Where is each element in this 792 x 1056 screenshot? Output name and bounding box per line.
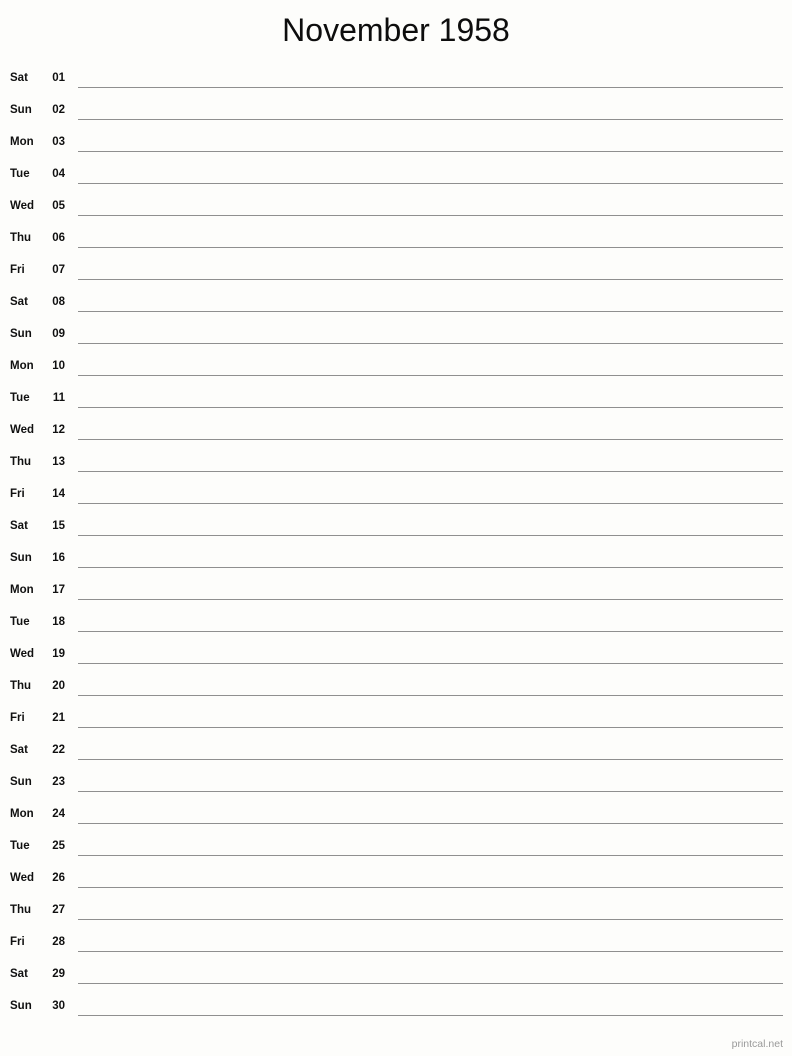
day-writing-line[interactable]	[78, 823, 783, 824]
day-row[interactable]: Thu 20	[0, 672, 792, 704]
day-row[interactable]: Mon 03	[0, 128, 792, 160]
day-row[interactable]: Wed 19	[0, 640, 792, 672]
day-writing-line[interactable]	[78, 663, 783, 664]
day-row[interactable]: Sat 29	[0, 960, 792, 992]
day-writing-line[interactable]	[78, 983, 783, 984]
day-number-label: 09	[52, 328, 65, 340]
day-number-label: 13	[52, 456, 65, 468]
day-row[interactable]: Sun 09	[0, 320, 792, 352]
day-writing-line[interactable]	[78, 951, 783, 952]
day-number-label: 07	[52, 264, 65, 276]
day-row[interactable]: Thu 27	[0, 896, 792, 928]
day-row[interactable]: Tue 04	[0, 160, 792, 192]
footer-credit: printcal.net	[731, 1038, 783, 1050]
day-number-label: 11	[52, 392, 65, 404]
day-row[interactable]: Tue 25	[0, 832, 792, 864]
day-row[interactable]: Mon 24	[0, 800, 792, 832]
day-writing-line[interactable]	[78, 183, 783, 184]
day-writing-line[interactable]	[78, 887, 783, 888]
day-number-label: 26	[52, 872, 65, 884]
day-row[interactable]: Sun 23	[0, 768, 792, 800]
day-number-label: 22	[52, 744, 65, 756]
day-writing-line[interactable]	[78, 791, 783, 792]
day-number-label: 15	[52, 520, 65, 532]
page-title: November 1958	[282, 12, 510, 48]
day-row[interactable]: Wed 05	[0, 192, 792, 224]
day-row[interactable]: Tue 18	[0, 608, 792, 640]
day-row[interactable]: Wed 26	[0, 864, 792, 896]
day-number-label: 12	[52, 424, 65, 436]
day-writing-line[interactable]	[78, 759, 783, 760]
day-number-label: 19	[52, 648, 65, 660]
day-number-label: 24	[52, 808, 65, 820]
day-number-label: 10	[52, 360, 65, 372]
day-writing-line[interactable]	[78, 87, 783, 88]
day-writing-line[interactable]	[78, 151, 783, 152]
day-writing-line[interactable]	[78, 727, 783, 728]
day-number-label: 01	[52, 72, 65, 84]
day-row[interactable]: Sun 02	[0, 96, 792, 128]
day-writing-line[interactable]	[78, 855, 783, 856]
day-row[interactable]: Thu 13	[0, 448, 792, 480]
day-row[interactable]: Sat 22	[0, 736, 792, 768]
day-writing-line[interactable]	[78, 375, 783, 376]
day-row[interactable]: Sun 30	[0, 992, 792, 1024]
day-row[interactable]: Sat 15	[0, 512, 792, 544]
day-number-label: 21	[52, 712, 65, 724]
day-row-list: Sat 01 Sun 02 Mon 03 Tue 04 Wed 05 Thu 06 Fri 07 Sat 08…	[0, 64, 792, 1024]
day-writing-line[interactable]	[78, 1015, 783, 1016]
day-writing-line[interactable]	[78, 919, 783, 920]
day-number-label: 16	[52, 552, 65, 564]
day-row[interactable]: Tue 11	[0, 384, 792, 416]
day-writing-line[interactable]	[78, 599, 783, 600]
day-writing-line[interactable]	[78, 695, 783, 696]
day-writing-line[interactable]	[78, 247, 783, 248]
day-row[interactable]: Sat 08	[0, 288, 792, 320]
day-number-label: 27	[52, 904, 65, 916]
day-number-label: 03	[52, 136, 65, 148]
day-row[interactable]: Fri 21	[0, 704, 792, 736]
day-row[interactable]: Sat 01	[0, 64, 792, 96]
day-number-label: 14	[52, 488, 65, 500]
day-number-label: 08	[52, 296, 65, 308]
day-row[interactable]: Fri 07	[0, 256, 792, 288]
day-writing-line[interactable]	[78, 535, 783, 536]
day-row[interactable]: Thu 06	[0, 224, 792, 256]
day-writing-line[interactable]	[78, 407, 783, 408]
day-row[interactable]: Fri 14	[0, 480, 792, 512]
day-row[interactable]: Wed 12	[0, 416, 792, 448]
day-number-label: 29	[52, 968, 65, 980]
day-row[interactable]: Mon 17	[0, 576, 792, 608]
day-writing-line[interactable]	[78, 439, 783, 440]
day-number-label: 25	[52, 840, 65, 852]
day-writing-line[interactable]	[78, 631, 783, 632]
day-number-label: 06	[52, 232, 65, 244]
calendar-page: November 1958 Sat 01 Sun 02 Mon 03 Tue 04 Wed 05 T…	[0, 0, 792, 1056]
day-number-label: 17	[52, 584, 65, 596]
day-number-label: 04	[52, 168, 65, 180]
day-number-label: 30	[52, 1000, 65, 1012]
day-number-label: 28	[52, 936, 65, 948]
day-number-label: 20	[52, 680, 65, 692]
day-writing-line[interactable]	[78, 119, 783, 120]
day-number-label: 02	[52, 104, 65, 116]
day-writing-line[interactable]	[78, 279, 783, 280]
day-writing-line[interactable]	[78, 215, 783, 216]
day-row[interactable]: Sun 16	[0, 544, 792, 576]
day-writing-line[interactable]	[78, 343, 783, 344]
day-number-label: 18	[52, 616, 65, 628]
day-number-label: 05	[52, 200, 65, 212]
day-number-label: 23	[52, 776, 65, 788]
day-writing-line[interactable]	[78, 471, 783, 472]
day-writing-line[interactable]	[78, 503, 783, 504]
day-writing-line[interactable]	[78, 567, 783, 568]
day-row[interactable]: Fri 28	[0, 928, 792, 960]
day-row[interactable]: Mon 10	[0, 352, 792, 384]
day-writing-line[interactable]	[78, 311, 783, 312]
